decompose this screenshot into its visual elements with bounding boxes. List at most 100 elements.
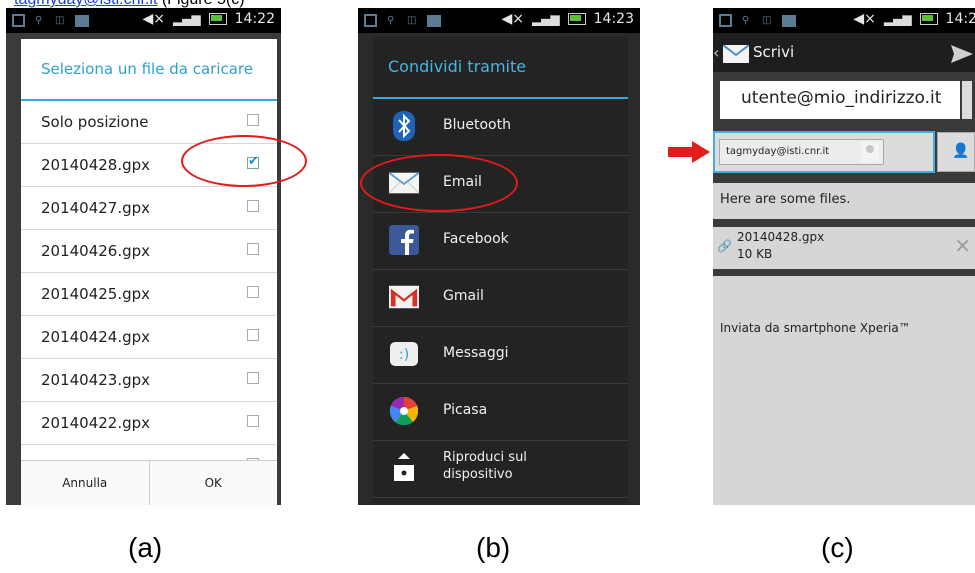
- list-item[interactable]: 20140423.gpx: [21, 359, 277, 402]
- checkbox[interactable]: [247, 114, 259, 126]
- share-option-picasa[interactable]: Picasa: [373, 384, 628, 441]
- play-on-device-icon: [389, 453, 419, 483]
- list-item[interactable]: 20140426.gpx: [21, 230, 277, 273]
- list-item[interactable]: 20140422.gpx: [21, 402, 277, 445]
- clock: 14:2: [945, 11, 975, 27]
- file-label: 20140423.gpx: [41, 371, 151, 389]
- app-notification-icon: [12, 14, 25, 27]
- subject-field[interactable]: Here are some files.: [713, 183, 975, 219]
- mute-icon: ◀×: [501, 11, 524, 27]
- image-notification-icon: [75, 14, 89, 27]
- share-option-label: Picasa: [443, 402, 488, 418]
- highlight-circle-b: [360, 154, 518, 212]
- back-icon[interactable]: ‹: [713, 43, 719, 62]
- red-arrow-icon: [668, 141, 710, 163]
- share-option-play-on-device[interactable]: Riproduci sul dispositivo: [373, 441, 628, 498]
- dialog-title: Condividi tramite: [373, 37, 628, 99]
- ok-button[interactable]: OK: [148, 461, 278, 505]
- caption-b: (b): [476, 532, 511, 563]
- file-label: 20140424.gpx: [41, 328, 151, 346]
- subject-text: Here are some files.: [720, 192, 851, 207]
- signal-icon: ▂▄▆: [883, 12, 912, 26]
- file-label: 20140422.gpx: [41, 414, 151, 432]
- battery-icon: [208, 13, 227, 25]
- notification-icon: ◫: [407, 14, 417, 26]
- share-option-messages[interactable]: :) Messaggi: [373, 327, 628, 384]
- send-icon[interactable]: [951, 45, 973, 67]
- gmail-icon: [389, 282, 419, 312]
- attachment-name: 20140428.gpx: [737, 230, 825, 244]
- file-select-dialog: Seleziona un file da caricare Solo posiz…: [21, 39, 277, 505]
- usb-icon: ⚲: [387, 14, 395, 26]
- svg-text::): :): [399, 347, 409, 363]
- list-item[interactable]: 20140425.gpx: [21, 273, 277, 316]
- cancel-button[interactable]: Annulla: [21, 461, 149, 505]
- checkbox[interactable]: [247, 372, 259, 384]
- dialog-buttons: Annulla OK: [21, 460, 277, 505]
- picasa-icon: [389, 396, 419, 426]
- checkbox[interactable]: [247, 329, 259, 341]
- mute-icon: ◀×: [142, 11, 165, 27]
- message-body-field[interactable]: Inviata da smartphone Xperia™: [713, 276, 975, 505]
- recipient-field[interactable]: tagmyday@isti.cnr.it: [713, 131, 935, 173]
- attachment-size: 10 KB: [737, 247, 773, 261]
- app-notification-icon: [719, 14, 732, 27]
- battery-icon: [919, 13, 938, 25]
- share-option-label: Facebook: [443, 231, 509, 247]
- bluetooth-icon: [389, 111, 419, 141]
- status-bar: ⚲ ◫ ◀× ▂▄▆ 14:22: [6, 8, 281, 33]
- checkbox[interactable]: [247, 415, 259, 427]
- from-account-field[interactable]: utente@mio_indirizzo.it: [720, 81, 960, 119]
- signal-icon: ▂▄▆: [172, 12, 201, 26]
- file-label: 20140426.gpx: [41, 242, 151, 260]
- share-option-label: Riproduci sul dispositivo: [443, 449, 527, 483]
- signal-icon: ▂▄▆: [531, 12, 560, 26]
- facebook-icon: [389, 225, 419, 255]
- from-address: utente@mio_indirizzo.it: [741, 88, 942, 108]
- top-text-rest: (Figure 5(c): [157, 0, 245, 8]
- share-option-label: Messaggi: [443, 345, 509, 361]
- attachment-row[interactable]: 🔗 20140428.gpx 10 KB ×: [713, 227, 975, 269]
- share-option-gmail[interactable]: Gmail: [373, 270, 628, 327]
- remove-attachment-icon[interactable]: ×: [954, 233, 971, 257]
- contact-avatar-icon: [861, 142, 879, 162]
- message-body-text: Inviata da smartphone Xperia™: [720, 321, 911, 335]
- recipient-chip[interactable]: tagmyday@isti.cnr.it: [719, 139, 884, 165]
- notification-icon: ◫: [762, 14, 772, 26]
- app-notification-icon: [364, 14, 377, 27]
- checkbox[interactable]: [247, 200, 259, 212]
- share-option-label: Bluetooth: [443, 117, 511, 133]
- field-edge: [962, 81, 972, 119]
- share-option-bluetooth[interactable]: Bluetooth: [373, 99, 628, 156]
- highlight-circle-a: [181, 135, 307, 187]
- checkbox[interactable]: [247, 243, 259, 255]
- file-label: 20140428.gpx: [41, 156, 151, 174]
- dialog-title: Seleziona un file da caricare: [21, 39, 277, 101]
- status-bar: ⚲ ◫ ◀× ▂▄▆ 14:2: [713, 8, 975, 33]
- top-link[interactable]: tagmyday@isti.cnr.it: [14, 0, 157, 8]
- checkbox[interactable]: [247, 286, 259, 298]
- share-dialog: Condividi tramite Bluetooth Email Facebo…: [373, 37, 628, 503]
- add-contact-button[interactable]: 👤: [937, 132, 975, 172]
- email-app-icon: [722, 44, 750, 67]
- recipient-address: tagmyday@isti.cnr.it: [726, 146, 830, 157]
- label-line-1: Riproduci sul: [443, 450, 527, 465]
- cropped-top-text: tagmyday@isti.cnr.it (Figure 5(c): [14, 0, 294, 8]
- battery-icon: [567, 13, 586, 25]
- usb-icon: ⚲: [742, 14, 750, 26]
- status-bar: ⚲ ◫ ◀× ▂▄▆ 14:23: [358, 8, 640, 33]
- file-label: 20140427.gpx: [41, 199, 151, 217]
- add-contact-icon: 👤: [952, 143, 970, 159]
- file-label: Solo posizione: [41, 113, 149, 131]
- clock: 14:23: [593, 11, 634, 27]
- usb-icon: ⚲: [35, 14, 43, 26]
- phone-screen-c: ⚲ ◫ ◀× ▂▄▆ 14:2 ‹ Scrivi utente@mio_indiriz…: [713, 8, 975, 505]
- messages-icon: :): [389, 339, 419, 369]
- caption-c: (c): [821, 532, 854, 563]
- list-item[interactable]: 20140427.gpx: [21, 187, 277, 230]
- list-item[interactable]: 20140424.gpx: [21, 316, 277, 359]
- phone-screen-a: ⚲ ◫ ◀× ▂▄▆ 14:22 Seleziona un file da caric…: [6, 8, 281, 505]
- notification-icon: ◫: [55, 14, 65, 26]
- file-label: 20140425.gpx: [41, 285, 151, 303]
- share-option-facebook[interactable]: Facebook: [373, 213, 628, 270]
